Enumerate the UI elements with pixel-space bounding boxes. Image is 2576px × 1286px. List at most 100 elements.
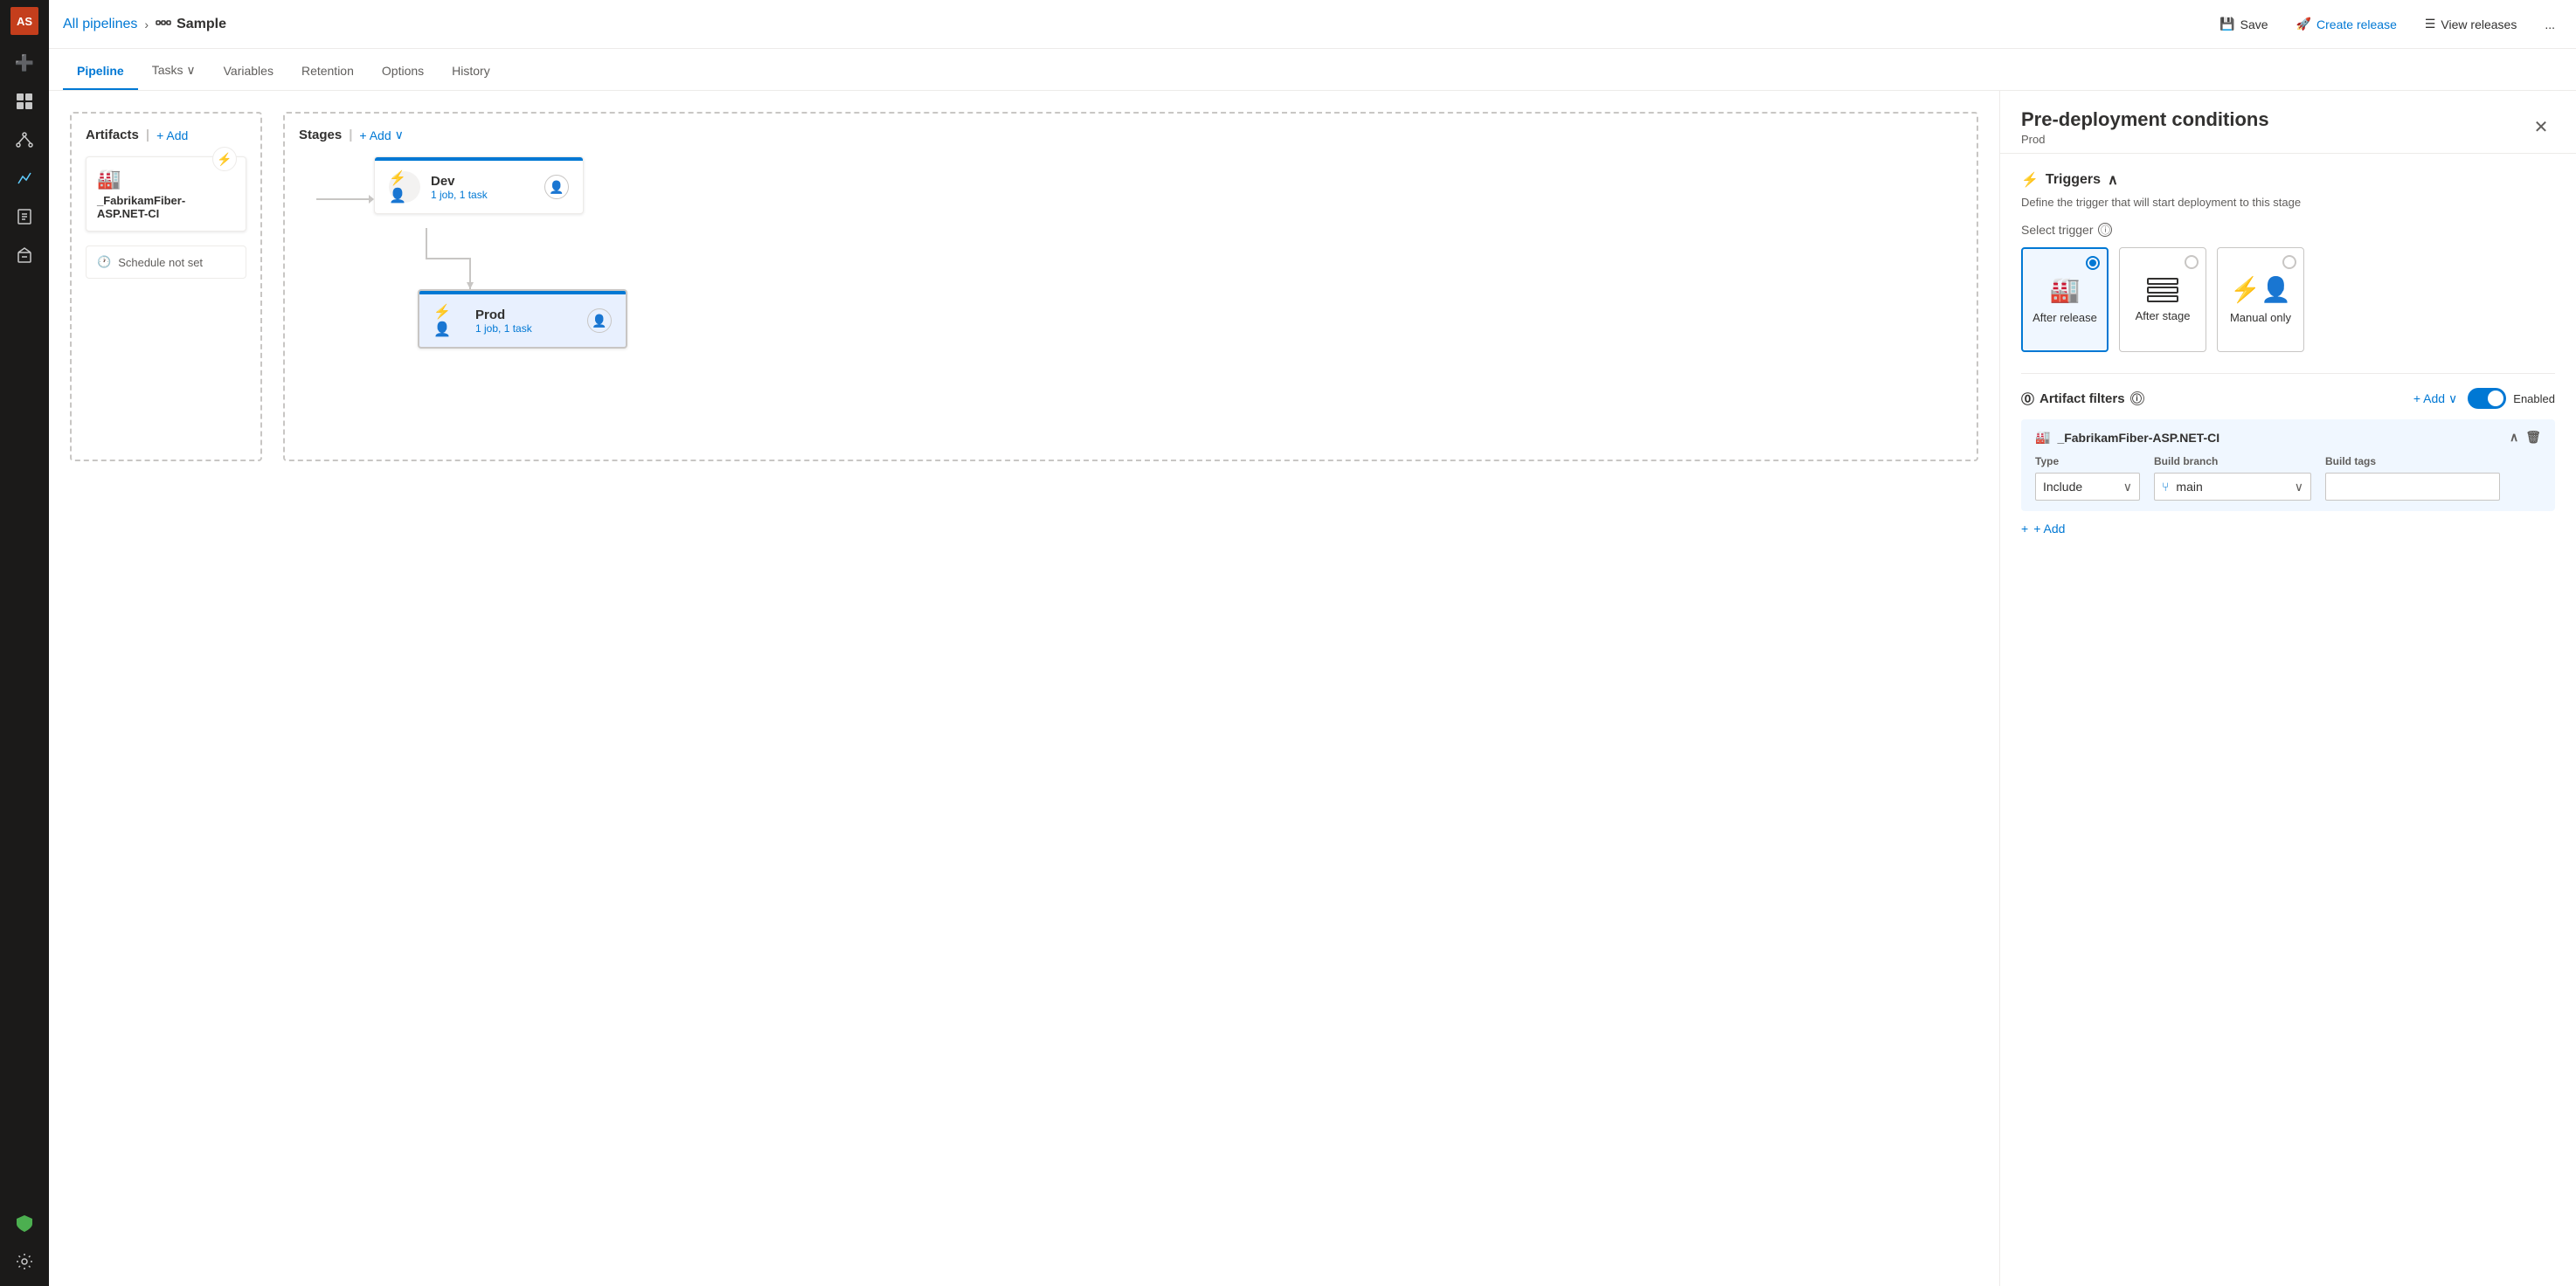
add-chevron-icon: ∨ [2448, 391, 2457, 406]
tab-retention[interactable]: Retention [287, 53, 368, 90]
stage-info-prod: Prod 1 job, 1 task [475, 308, 532, 335]
type-value: Include [2043, 480, 2082, 494]
artifacts-title: Artifacts [86, 128, 139, 142]
toggle-label: Enabled [2513, 392, 2555, 405]
artifacts-header: Artifacts | + Add [86, 128, 246, 142]
content-area: Artifacts | + Add ⚡ 🏭 _FabrikamFiber-ASP… [49, 91, 2576, 1286]
pipeline-icon [156, 17, 171, 32]
filter-row-name: _FabrikamFiber-ASP.NET-CI [2057, 431, 2219, 445]
add-artifact-button[interactable]: + + Add [2021, 522, 2065, 536]
artifact-name: _FabrikamFiber-ASP.NET-CI [97, 194, 235, 220]
stage-card-dev[interactable]: ⚡👤 Dev 1 job, 1 task 👤 [374, 156, 584, 214]
artifact-filters-info-icon: ⓘ [2130, 391, 2144, 405]
type-label: Type [2035, 455, 2140, 467]
after-release-label: After release [2032, 311, 2097, 324]
filter-expand-icon[interactable]: ∧ [2510, 430, 2518, 445]
right-panel-header: Pre-deployment conditions Prod ✕ [2000, 91, 2576, 154]
artifacts-add-button[interactable]: + Add [156, 128, 188, 142]
save-button[interactable]: 💾 Save [2212, 11, 2275, 37]
more-options-button[interactable]: ... [2538, 12, 2562, 37]
branch-select[interactable]: ⑂ main ∨ [2154, 473, 2311, 501]
stage-name-prod: Prod [475, 308, 532, 322]
type-caret-icon: ∨ [2123, 480, 2132, 494]
tab-options[interactable]: Options [368, 53, 438, 90]
filter-row: 🏭 _FabrikamFiber-ASP.NET-CI ∧ 🗑 Type Inc… [2021, 419, 2555, 511]
trigger-label: Select trigger ⓘ [2021, 223, 2555, 237]
after-release-icon: 🏭 [2050, 275, 2081, 304]
tab-pipeline[interactable]: Pipeline [63, 53, 138, 90]
create-release-icon: 🚀 [2296, 17, 2311, 31]
right-panel-subtitle: Prod [2021, 133, 2269, 146]
manual-only-icon: ⚡👤 [2230, 275, 2291, 304]
canvas-inner: Artifacts | + Add ⚡ 🏭 _FabrikamFiber-ASP… [70, 112, 1978, 461]
type-select[interactable]: Include ∨ [2035, 473, 2140, 501]
tags-input[interactable] [2325, 473, 2500, 501]
trigger-manual-only[interactable]: ⚡👤 Manual only [2217, 247, 2304, 352]
stage-user-dev[interactable]: 👤 [544, 175, 569, 199]
sidebar-item-settings[interactable] [7, 1244, 42, 1279]
branch-label: Build branch [2154, 455, 2311, 467]
separator: | [349, 128, 352, 142]
stage-user-prod[interactable]: 👤 [587, 308, 612, 333]
topbar: All pipelines › Sample 💾 Save 🚀 Create r… [49, 0, 2576, 49]
trigger-after-stage-radio [2185, 255, 2199, 269]
filter-delete-icon[interactable]: 🗑 [2525, 430, 2541, 445]
triggers-title: Triggers [2046, 172, 2101, 188]
stage-card-body-dev: ⚡👤 Dev 1 job, 1 task 👤 [375, 161, 583, 213]
artifact-build-icon: 🏭 [97, 168, 235, 190]
prod-stage-row: ⚡👤 Prod 1 job, 1 task 👤 [418, 289, 627, 363]
right-panel-header-text: Pre-deployment conditions Prod [2021, 108, 2269, 146]
filter-col-tags: Build tags [2325, 455, 2500, 501]
view-releases-icon: ☰ [2425, 17, 2436, 31]
branch-caret-icon: ∨ [2295, 480, 2303, 494]
right-panel-body: ⚡ Triggers ∧ Define the trigger that wil… [2000, 154, 2576, 1286]
trigger-after-release[interactable]: 🏭 After release [2021, 247, 2109, 352]
tab-variables[interactable]: Variables [210, 53, 287, 90]
pipeline-canvas: Artifacts | + Add ⚡ 🏭 _FabrikamFiber-ASP… [49, 91, 1999, 1286]
save-icon: 💾 [2219, 17, 2234, 31]
trigger-after-release-radio [2086, 256, 2100, 270]
triggers-section-header[interactable]: ⚡ Triggers ∧ [2021, 171, 2555, 189]
triggers-desc: Define the trigger that will start deplo… [2021, 196, 2555, 209]
after-stage-label: After stage [2136, 309, 2191, 322]
trigger-info-icon: ⓘ [2098, 223, 2112, 237]
stage-card-prod[interactable]: ⚡👤 Prod 1 job, 1 task 👤 [418, 289, 627, 349]
tab-history[interactable]: History [438, 53, 504, 90]
connector-left [316, 156, 374, 204]
stages-panel: Stages | + Add ∨ [283, 112, 1978, 461]
view-releases-button[interactable]: ☰ View releases [2418, 11, 2524, 37]
artifact-filters-icon: ⓪ [2021, 390, 2034, 408]
sidebar-item-add[interactable]: ➕ [7, 45, 42, 80]
stage-info-dev: Dev 1 job, 1 task [431, 174, 488, 201]
sidebar-item-testplans[interactable] [7, 199, 42, 234]
stage-detail-dev: 1 job, 1 task [431, 189, 488, 201]
stages-header: Stages | + Add ∨ [299, 128, 1963, 142]
triggers-collapse-icon: ∧ [2108, 171, 2118, 189]
sidebar-item-pipelines[interactable] [7, 161, 42, 196]
manual-only-label: Manual only [2230, 311, 2291, 324]
close-button[interactable]: ✕ [2527, 114, 2555, 142]
artifact-filters-toggle[interactable] [2468, 388, 2506, 409]
sidebar-item-artifacts[interactable] [7, 238, 42, 273]
stages-add-chevron: ∨ [395, 128, 404, 142]
filter-row-icon: 🏭 [2035, 430, 2050, 445]
separator: | [146, 128, 149, 142]
sidebar-item-shield[interactable] [7, 1206, 42, 1241]
nav-tabs: Pipeline Tasks ∨ Variables Retention Opt… [49, 49, 2576, 91]
toggle-container: Enabled [2468, 388, 2555, 409]
sidebar-item-repos[interactable] [7, 122, 42, 157]
artifact-card: ⚡ 🏭 _FabrikamFiber-ASP.NET-CI [86, 156, 246, 232]
breadcrumb-link[interactable]: All pipelines [63, 17, 137, 32]
trigger-after-stage[interactable]: After stage [2119, 247, 2206, 352]
user-avatar[interactable]: AS [10, 7, 38, 35]
tab-tasks[interactable]: Tasks ∨ [138, 52, 210, 90]
stages-container: ⚡👤 Dev 1 job, 1 task 👤 [299, 156, 1963, 363]
tags-label: Build tags [2325, 455, 2500, 467]
sidebar-item-boards[interactable] [7, 84, 42, 119]
create-release-button[interactable]: 🚀 Create release [2289, 11, 2404, 37]
add-filter-button[interactable]: + Add ∨ [2413, 391, 2457, 406]
branch-value: main [2176, 480, 2202, 494]
stages-add-button[interactable]: + Add ∨ [359, 128, 403, 142]
connector-line-h [316, 198, 369, 200]
topbar-actions: 💾 Save 🚀 Create release ☰ View releases … [2212, 11, 2562, 37]
